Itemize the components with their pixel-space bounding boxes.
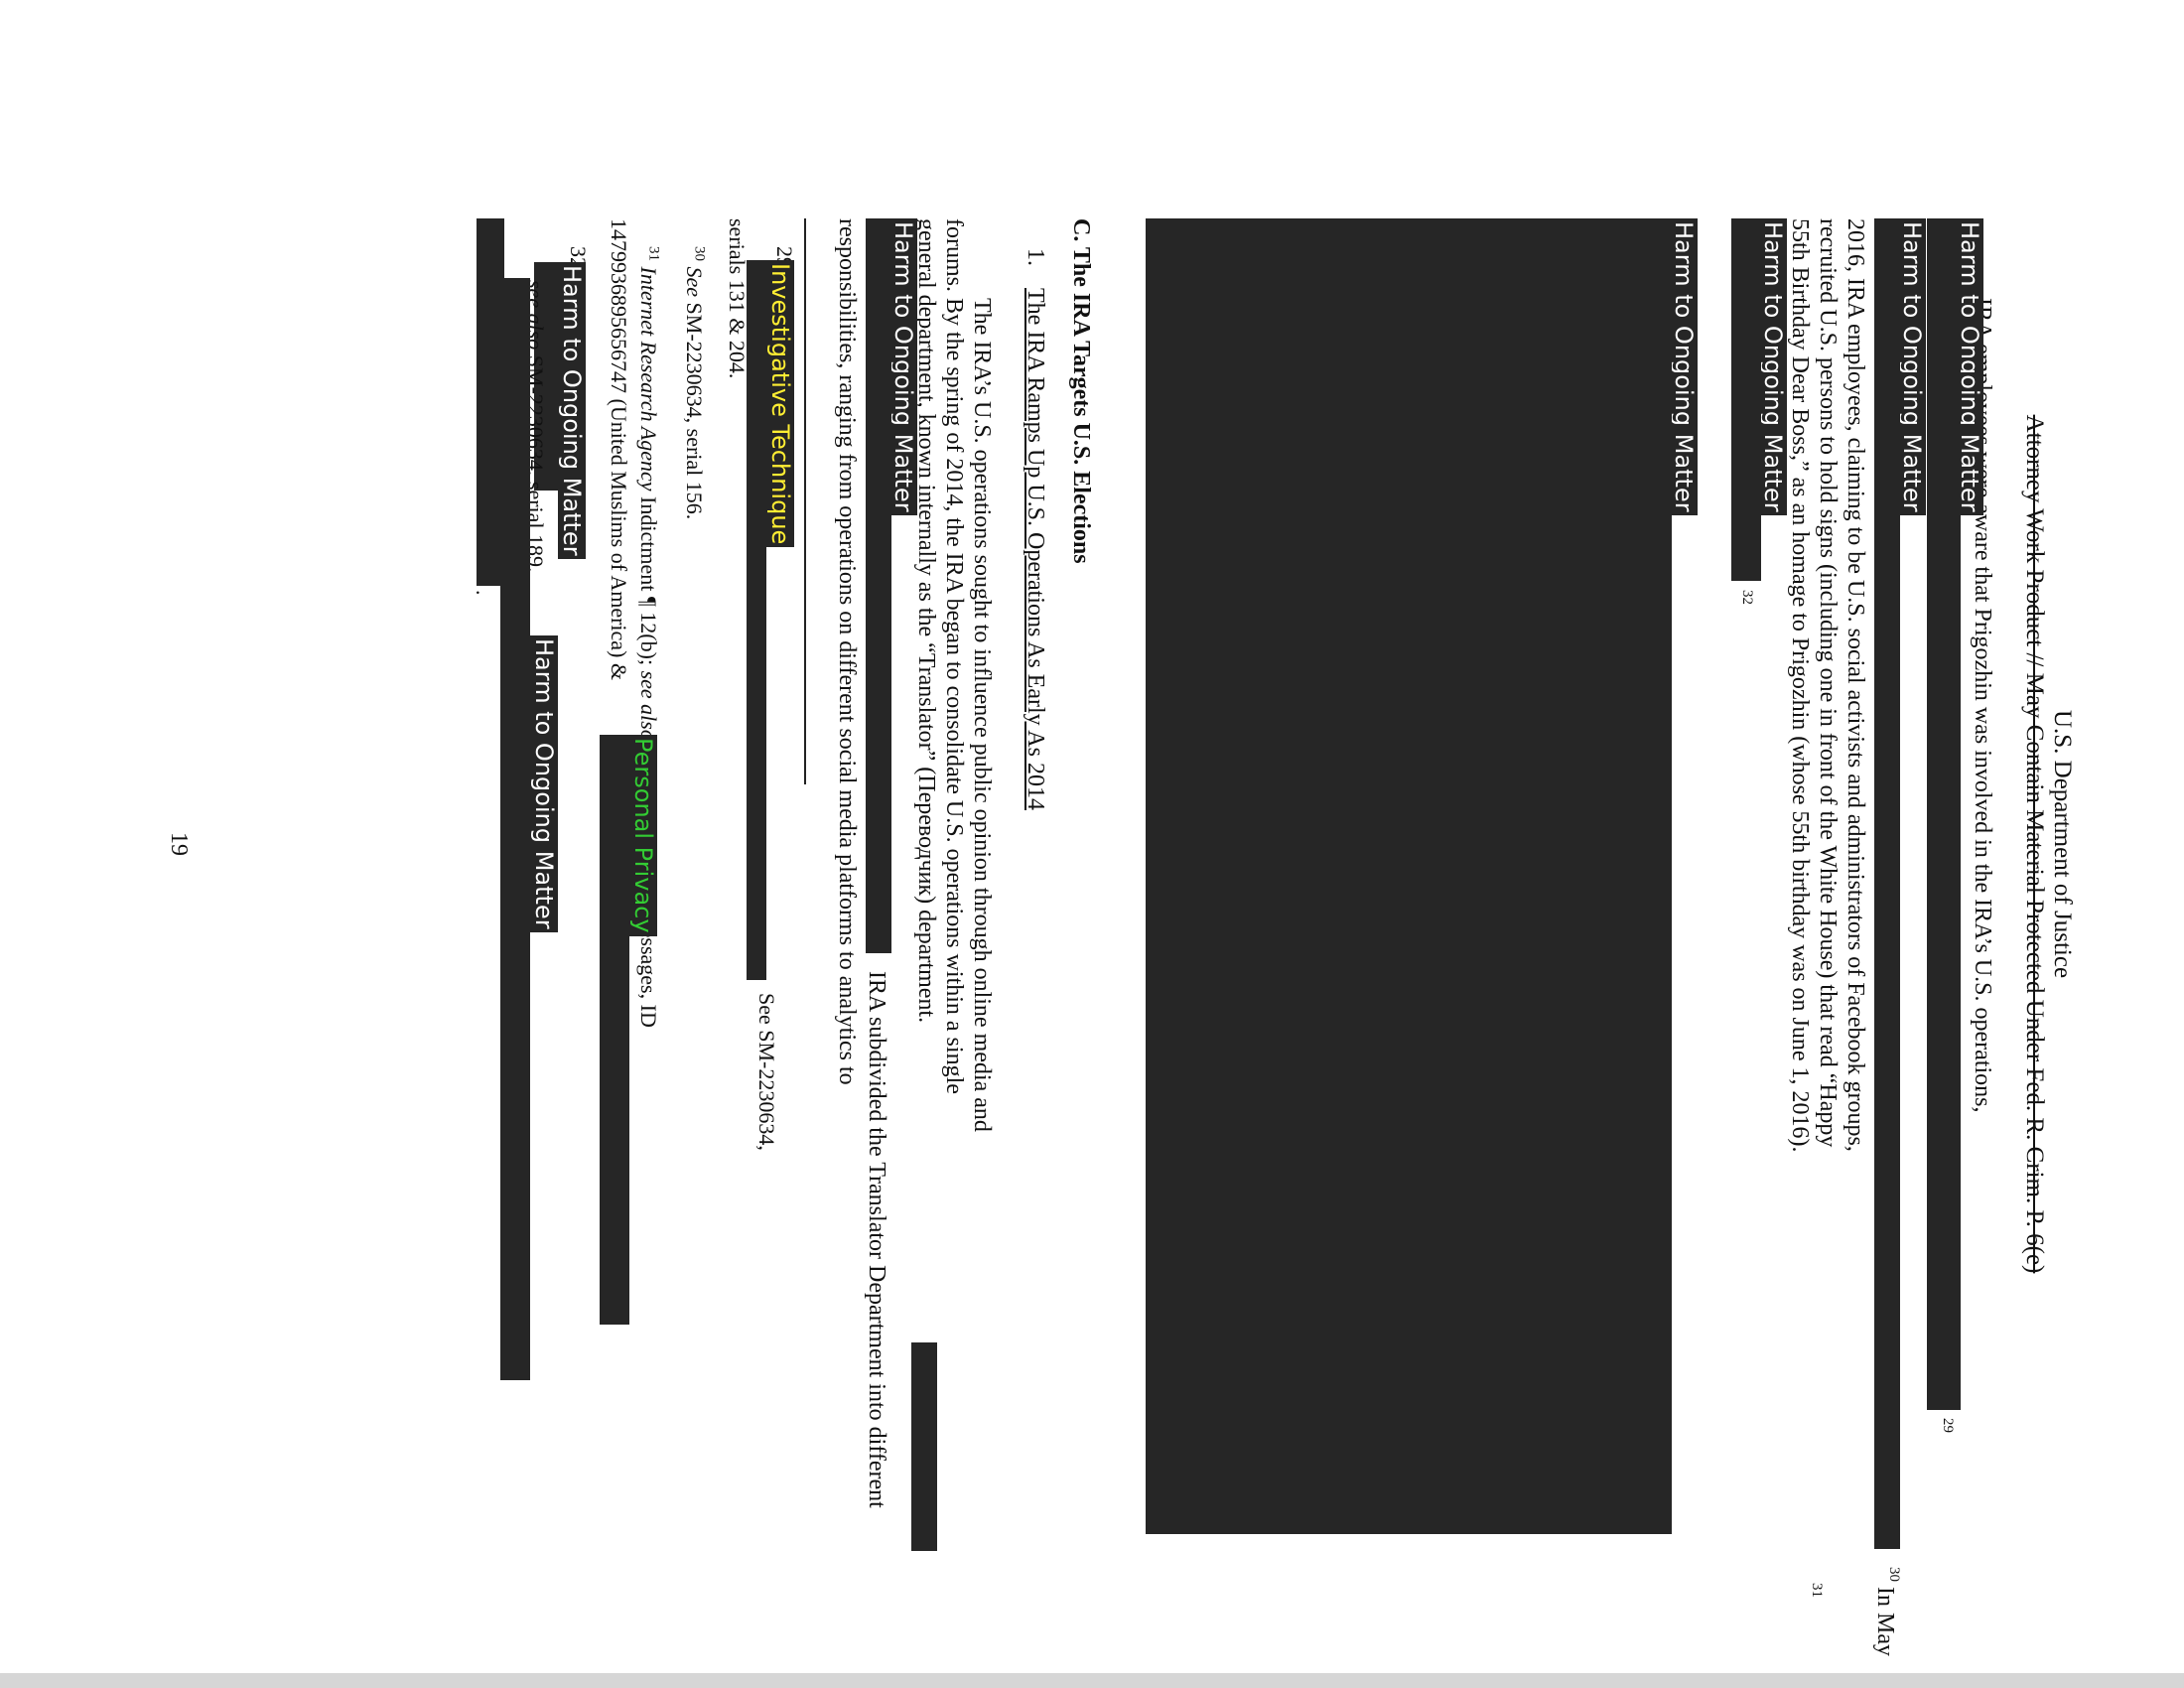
redaction-block: [600, 735, 629, 1325]
footnote-31-line2: 1479936895656747 (United Muslims of Amer…: [607, 218, 631, 681]
large-redaction-block: [1146, 218, 1672, 1534]
footnote-30-see: See: [682, 266, 707, 298]
body-para-line5: responsibilities, ranging from operation…: [834, 218, 860, 1085]
rotated-document: U.S. Department of Justice Attorney Work…: [0, 0, 2184, 1688]
subheading: The IRA Ramps Up U.S. Operations As Earl…: [1023, 288, 1048, 810]
footnote-29-line2: serials 131 & 204.: [725, 218, 750, 379]
redaction-block: [866, 218, 891, 953]
scan-edge: [0, 1673, 2184, 1688]
redaction-label-harm: Harm to Ongoing Matter: [1759, 218, 1787, 515]
body-para-line4-tail: IRA subdivided the Translator Department…: [864, 971, 889, 1508]
body-para-line1: The IRA’s U.S. operations sought to infl…: [969, 298, 995, 1132]
footnote-32-end: .: [472, 590, 496, 596]
work-product-header: Attorney Work Product // May Contain Mat…: [2021, 414, 2048, 1274]
redaction-block: [477, 218, 504, 586]
footnote-30-text: SM-2230634, serial 156.: [682, 302, 707, 520]
redaction-label-harm: Harm to Ongoing Matter: [1670, 218, 1698, 515]
footnote-31-see-also: see also: [636, 670, 661, 741]
footnote-29-tail: See SM-2230634,: [754, 993, 779, 1151]
top-para-line2-tail: In May: [1872, 1587, 1898, 1656]
redaction-label-technique: Investigative Technique: [766, 260, 794, 548]
footnote-31-number: 31: [645, 246, 662, 261]
redaction-block: [1874, 218, 1900, 1549]
body-para-line2: forums. By the spring of 2014, the IRA b…: [941, 218, 967, 1094]
redaction-block: [1927, 218, 1961, 1410]
redaction-label-harm: Harm to Ongoing Matter: [1898, 218, 1926, 515]
footnote-31-agency: Internet Research Agency: [636, 266, 661, 492]
redaction-label-harm: Harm to Ongoing Matter: [530, 635, 558, 932]
top-para-line5: 55th Birthday Dear Boss,” as an homage t…: [1787, 218, 1813, 1153]
redaction-block: [911, 1342, 937, 1551]
redaction-label-harm: Harm to Ongoing Matter: [558, 262, 586, 559]
footnote-30: 30 See SM-2230634, serial 156.: [679, 246, 709, 519]
subheading-number: 1.: [1023, 248, 1048, 266]
redaction-block: [1731, 218, 1761, 581]
redaction-label-privacy: Personal Privacy: [629, 735, 657, 936]
scanned-page: U.S. Department of Justice Attorney Work…: [0, 0, 2184, 1688]
top-para-line4: recruited U.S. persons to hold signs (in…: [1815, 218, 1841, 1148]
page-number: 19: [166, 832, 192, 856]
footnote-rule: [804, 218, 806, 784]
footnote-30-number: 30: [691, 246, 708, 261]
department-header: U.S. Department of Justice: [2049, 709, 2076, 979]
top-para-line3: 2016, IRA employees, claiming to be U.S.…: [1843, 218, 1868, 1152]
redaction-block: [500, 278, 530, 1380]
section-heading: C. The IRA Targets U.S. Elections: [1068, 218, 1094, 564]
footnote-31-text: Indictment ¶ 12(b);: [636, 496, 661, 666]
redaction-label-harm: Harm to Ongoing Matter: [889, 218, 917, 515]
